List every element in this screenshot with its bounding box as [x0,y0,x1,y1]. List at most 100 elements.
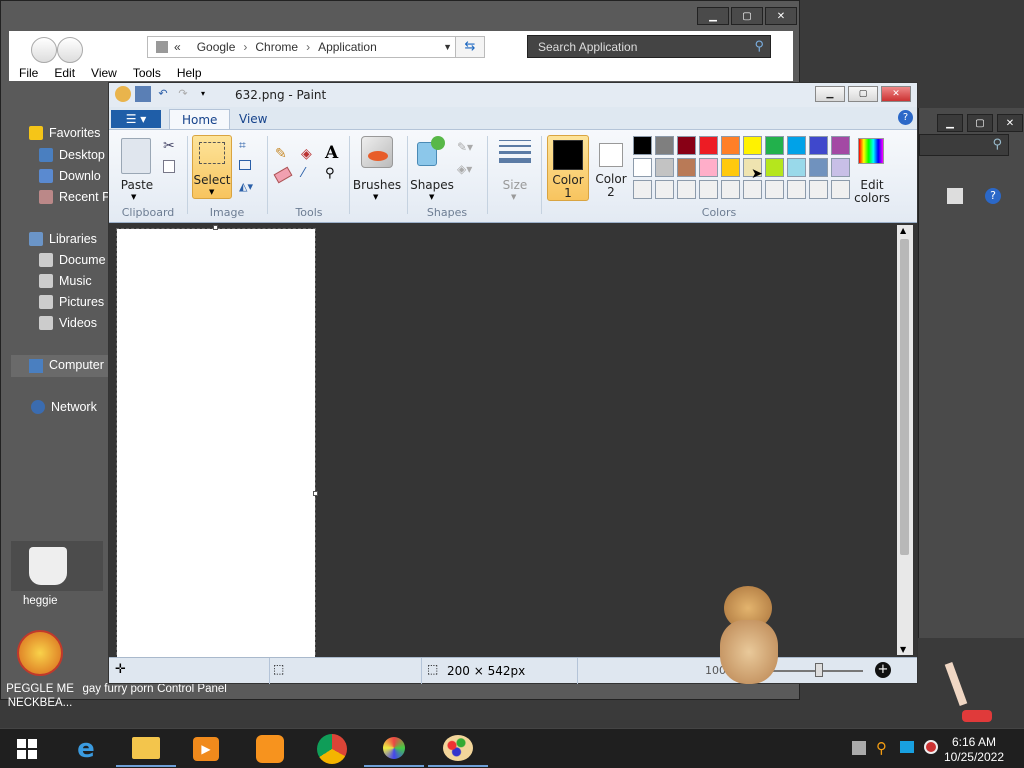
nav-computer[interactable]: Computer [11,355,111,377]
layout-icon[interactable] [947,188,963,204]
pencil-icon[interactable]: ✎ [275,146,287,162]
menu-edit[interactable]: Edit [54,66,75,80]
nav-videos[interactable]: Videos [39,313,97,333]
outline-icon[interactable]: ✎▾ [457,140,473,154]
nav-libraries[interactable]: Libraries [29,229,97,249]
chevron-down-icon[interactable]: ▼ [373,193,378,201]
search-icon[interactable]: ⚲ [754,38,764,54]
menu-tools[interactable]: Tools [133,66,161,80]
close-button[interactable]: ✕ [997,114,1023,132]
paint-menu-button[interactable]: ☰ ▾ [111,110,161,128]
breadcrumb-google[interactable]: Google [197,40,236,54]
color-picker-icon[interactable]: ⁄ [302,166,304,181]
palette-swatch[interactable] [655,158,674,177]
text-tool-icon[interactable]: A [325,143,338,163]
tray-display-icon[interactable] [900,741,914,753]
crop-icon[interactable]: ⌗ [239,138,246,153]
taskbar-chrome[interactable] [302,731,362,767]
eraser-icon[interactable] [273,166,293,184]
cut-icon[interactable]: ✂ [163,138,175,154]
tray-search-icon[interactable]: ⚲ [876,739,887,757]
nav-recent-places[interactable]: Recent P [39,187,110,207]
minimize-button[interactable]: ▁ [937,114,963,132]
paint-app-icon[interactable] [115,86,131,102]
close-button[interactable]: ✕ [765,7,797,25]
chevron-down-icon[interactable]: ▼ [511,193,516,201]
palette-swatch[interactable] [721,136,740,155]
taskbar-file-explorer[interactable] [116,731,176,767]
save-icon[interactable] [135,86,151,102]
color2-button[interactable]: Color 2 [593,135,629,201]
palette-swatch[interactable] [787,136,806,155]
chevron-down-icon[interactable]: ▼ [429,193,434,201]
select-button[interactable]: Select ▼ [192,135,232,199]
fill-icon[interactable]: ◈ [301,146,312,162]
size-button[interactable]: Size [493,179,537,192]
undo-icon[interactable]: ↶ [155,86,171,102]
palette-swatch[interactable] [677,136,696,155]
palette-swatch[interactable] [677,180,696,199]
palette-swatch[interactable] [699,136,718,155]
palette-swatch[interactable] [633,158,652,177]
tray-network-icon[interactable] [852,741,866,755]
nav-documents[interactable]: Docume [39,250,106,270]
palette-swatch[interactable] [787,180,806,199]
help-icon[interactable]: ? [898,110,913,125]
back-arrow-icon[interactable] [31,37,57,63]
nav-desktop[interactable]: Desktop [39,145,105,165]
palette-swatch[interactable] [699,180,718,199]
palette-swatch[interactable] [831,180,850,199]
palette-swatch[interactable] [765,158,784,177]
desktop-icon-peggle[interactable]: PEGGLE ME NECKBEA... [0,630,80,710]
palette-swatch[interactable] [655,136,674,155]
taskbar-internet-explorer[interactable]: e [56,731,116,767]
vertical-scrollbar[interactable]: ▲ ▼ [897,225,913,655]
desktop-icon-control-panel[interactable]: Control Panel [152,682,232,696]
scrollbar-thumb[interactable] [900,239,909,555]
palette-swatch[interactable] [699,158,718,177]
brushes-button[interactable]: Brushes [349,179,405,192]
palette-swatch[interactable] [633,136,652,155]
palette-swatch[interactable] [765,180,784,199]
back-forward-buttons[interactable] [31,37,91,63]
redo-icon[interactable]: ↷ [175,86,191,102]
forward-arrow-icon[interactable] [57,37,83,63]
palette-swatch[interactable] [809,158,828,177]
copy-icon[interactable] [163,160,175,173]
resize-handle-right[interactable] [313,491,318,496]
resize-icon[interactable] [239,160,251,170]
menu-view[interactable]: View [91,66,117,80]
customize-qat-icon[interactable]: ▾ [195,86,211,102]
taskbar-game[interactable] [364,731,424,767]
paint-title-bar[interactable]: ↶ ↷ ▾ 632.png - Paint ▁ ▢ ✕ [109,83,917,107]
resize-handle-top[interactable] [213,225,218,230]
help-icon[interactable]: ? [985,188,1001,204]
breadcrumb-chrome[interactable]: Chrome [255,40,298,54]
taskbar-uc-browser[interactable] [240,731,300,767]
system-clock[interactable]: 6:16 AM 10/25/2022 [944,735,1004,765]
address-bar[interactable]: « Google › Chrome › Application ▼ [147,36,459,58]
close-button[interactable]: ✕ [881,86,911,102]
palette-swatch[interactable] [721,180,740,199]
nav-music[interactable]: Music [39,271,92,291]
search-icon[interactable]: ⚲ [992,137,1002,152]
palette-swatch[interactable] [721,158,740,177]
maximize-button[interactable]: ▢ [848,86,878,102]
refresh-icon[interactable]: ⇆ [455,36,485,58]
edit-colors-button[interactable]: Edit colors [849,179,895,205]
fill-shape-icon[interactable]: ◈▾ [457,162,472,176]
minimize-button[interactable]: ▁ [697,7,729,25]
paste-button[interactable]: Paste [113,179,161,192]
palette-swatch[interactable] [809,180,828,199]
palette-swatch[interactable] [831,158,850,177]
palette-swatch[interactable] [677,158,696,177]
palette-swatch[interactable] [655,180,674,199]
color1-button[interactable]: Color 1 [547,135,589,201]
drawing-canvas[interactable] [116,228,316,660]
zoom-in-icon[interactable]: + [875,662,891,678]
maximize-button[interactable]: ▢ [967,114,993,132]
palette-swatch[interactable] [743,180,762,199]
rotate-icon[interactable]: ◭▾ [239,180,253,193]
maximize-button[interactable]: ▢ [731,7,763,25]
address-overflow[interactable]: « [174,40,181,54]
